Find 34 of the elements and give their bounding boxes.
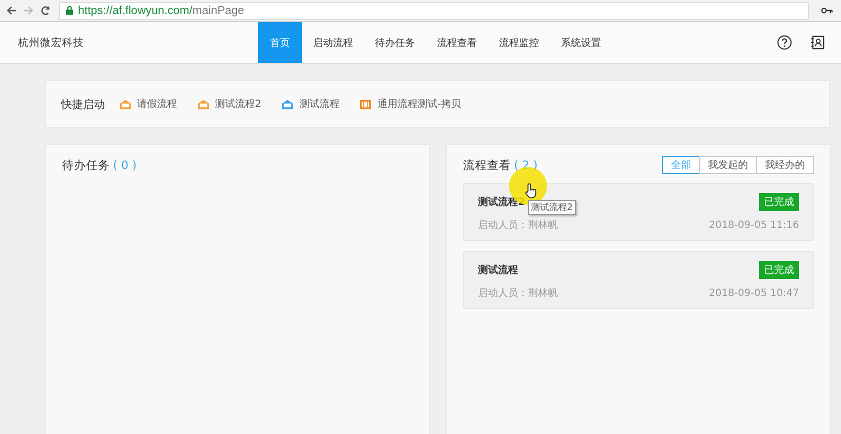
help-icon[interactable] [777, 35, 792, 50]
nav-tab[interactable]: 启动流程 [302, 22, 364, 63]
starter-text: 启动人员：荆林帆 [478, 286, 558, 300]
nav-tab[interactable]: 流程查看 [426, 22, 488, 63]
back-icon[interactable] [6, 5, 17, 16]
key-icon[interactable] [821, 7, 833, 14]
tooltip: 测试流程2 [528, 200, 576, 215]
panel-title: 待办任务 [62, 158, 110, 172]
quick-start-link[interactable]: 测试流程2 [215, 97, 262, 111]
quick-start-link[interactable]: 测试流程 [299, 97, 340, 111]
contact-card-icon[interactable] [810, 35, 825, 50]
reload-icon[interactable] [40, 5, 51, 16]
flow-name: 测试流程 [478, 263, 518, 277]
nav-tab[interactable]: 系统设置 [550, 22, 612, 63]
quick-start-link[interactable]: 通用流程测试-拷贝 [377, 97, 461, 111]
filter-tab[interactable]: 我经办的 [756, 156, 814, 174]
hand-cursor-icon [525, 183, 537, 199]
nav-tab[interactable]: 流程监控 [488, 22, 550, 63]
nav-tab[interactable]: 待办任务 [364, 22, 426, 63]
starter-text: 启动人员：荆林帆 [478, 218, 558, 232]
company-name: 杭州微宏科技 [18, 36, 85, 50]
filter-tab[interactable]: 我发起的 [699, 156, 757, 174]
status-badge: 已完成 [759, 193, 799, 211]
lock-icon [66, 6, 73, 15]
quick-start-link[interactable]: 请假流程 [137, 97, 177, 111]
timestamp: 2018-09-05 10:47 [708, 288, 799, 298]
timestamp: 2018-09-05 11:16 [708, 220, 799, 230]
count-label: ( 0 ) [113, 158, 137, 172]
section-title: 快捷启动 [61, 96, 105, 112]
address-bar[interactable]: https://af.flowyun.com/mainPage [59, 2, 809, 20]
status-badge: 已完成 [759, 261, 799, 279]
url-text: https://af.flowyun.com/mainPage [78, 4, 244, 16]
flow-item[interactable]: 测试流程 已完成 启动人员：荆林帆 2018-09-05 10:47 [463, 251, 814, 309]
panel-title: 流程查看 [463, 158, 511, 172]
